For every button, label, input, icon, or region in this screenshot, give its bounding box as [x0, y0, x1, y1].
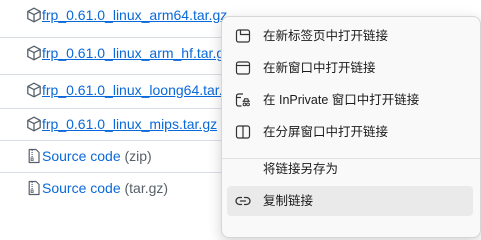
asset-link[interactable]: frp_0.61.0_linux_arm64.tar.gz	[42, 7, 227, 24]
new-window-icon	[235, 61, 251, 75]
asset-link[interactable]: frp_0.61.0_linux_mips.tar.gz	[42, 116, 217, 133]
menu-item-label: 在新窗口中打开链接	[263, 61, 376, 75]
context-menu: 在新标签页中打开链接 在新窗口中打开链接 在 InPrivate 窗口中打开链接…	[221, 16, 481, 238]
asset-link[interactable]: frp_0.61.0_linux_loong64.tar.gz	[42, 82, 237, 99]
menu-item-copy-link[interactable]: 复制链接	[227, 186, 473, 216]
file-zip-icon	[28, 180, 40, 196]
package-icon	[27, 7, 41, 23]
inprivate-window-icon	[235, 93, 250, 107]
file-zip-icon	[28, 148, 40, 164]
menu-item-label: 在分屏窗口中打开链接	[263, 125, 389, 139]
menu-item-label: 在 InPrivate 窗口中打开链接	[263, 93, 420, 107]
asset-link-suffix: (zip)	[124, 148, 152, 164]
asset-link-label: Source code	[42, 148, 121, 164]
menu-item-open-inprivate[interactable]: 在 InPrivate 窗口中打开链接	[227, 85, 473, 115]
asset-link[interactable]: Source code (zip)	[42, 148, 152, 165]
asset-link[interactable]: frp_0.61.0_linux_arm_hf.tar.gz	[42, 45, 231, 62]
asset-link-suffix: (tar.gz)	[124, 180, 169, 196]
asset-link[interactable]: Source code (tar.gz)	[42, 180, 168, 197]
menu-item-label: 将链接另存为	[263, 162, 339, 176]
menu-item-open-new-tab[interactable]: 在新标签页中打开链接	[227, 21, 473, 51]
menu-item-open-split-screen[interactable]: 在分屏窗口中打开链接	[227, 117, 473, 147]
menu-item-open-new-window[interactable]: 在新窗口中打开链接	[227, 53, 473, 83]
new-tab-icon	[235, 29, 251, 43]
menu-item-label: 在新标签页中打开链接	[263, 29, 389, 43]
package-icon	[27, 82, 41, 98]
split-screen-icon	[235, 125, 251, 139]
package-icon	[27, 116, 41, 132]
menu-item-label: 复制链接	[263, 194, 314, 208]
asset-link-label: Source code	[42, 180, 121, 196]
link-icon	[235, 196, 251, 206]
menu-item-save-link-as[interactable]: 将链接另存为	[227, 154, 473, 184]
package-icon	[27, 45, 41, 61]
